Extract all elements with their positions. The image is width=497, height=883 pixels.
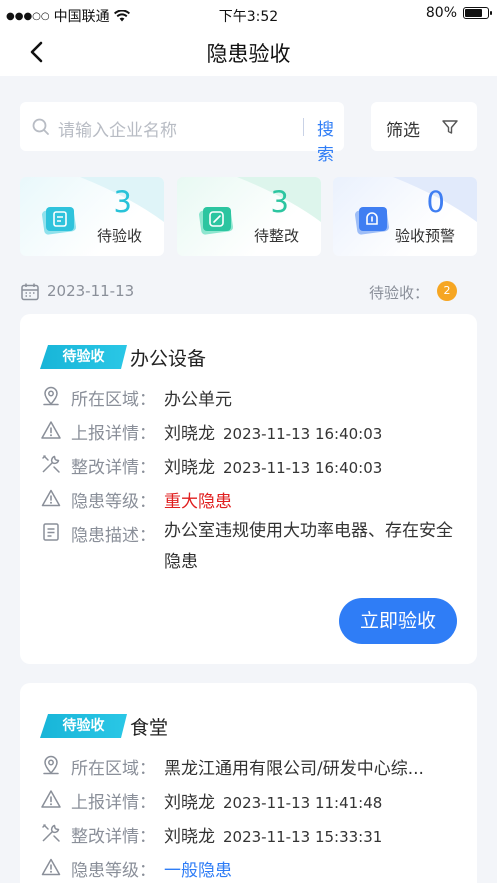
level-label: 隐患等级： bbox=[71, 492, 156, 512]
filter-label: 筛选 bbox=[386, 121, 420, 141]
warning-triangle-icon bbox=[41, 421, 61, 439]
level-label: 隐患等级： bbox=[71, 861, 156, 881]
battery-fill bbox=[465, 9, 482, 17]
edit-icon bbox=[199, 207, 233, 235]
pending-label: 待验收： bbox=[368, 284, 429, 302]
rectify-user: 刘晓龙 bbox=[164, 458, 215, 478]
location-icon bbox=[43, 386, 59, 406]
level-row: 隐患等级： 重大隐患 bbox=[40, 484, 461, 514]
rectify-time: 2023-11-13 15:33:31 bbox=[223, 828, 383, 846]
report-time: 2023-11-13 11:41:48 bbox=[223, 794, 383, 812]
battery-icon bbox=[463, 7, 492, 19]
rectify-user: 刘晓龙 bbox=[164, 827, 215, 847]
stat-value: 3 bbox=[113, 185, 132, 219]
card-title: 办公设备 bbox=[130, 348, 207, 370]
area-value: 黑龙江通用有限公司/研发中心综... bbox=[164, 759, 424, 779]
report-label: 上报详情： bbox=[71, 793, 156, 813]
card-title: 食堂 bbox=[130, 717, 169, 739]
rectify-label: 整改详情： bbox=[71, 827, 156, 847]
hazard-card[interactable]: 待验收 食堂 所在区域： 黑龙江通用有限公司/研发中心综... 上报详情： 刘晓… bbox=[20, 683, 477, 883]
date-bar: 2023-11-13 待验收： 2 bbox=[20, 278, 477, 304]
accept-now-button[interactable]: 立即验收 bbox=[339, 598, 457, 644]
level-value: 一般隐患 bbox=[164, 861, 232, 881]
area-row: 所在区域： 黑龙江通用有限公司/研发中心综... bbox=[40, 751, 461, 781]
report-time: 2023-11-13 16:40:03 bbox=[223, 425, 383, 443]
location-icon bbox=[43, 755, 59, 775]
filter-button[interactable]: 筛选 bbox=[371, 102, 477, 151]
rectify-value: 刘晓龙 2023-11-13 16:40:03 bbox=[164, 453, 382, 478]
stat-card-pending-acceptance[interactable]: 3 待验收 bbox=[20, 177, 164, 256]
alert-icon bbox=[41, 858, 61, 876]
report-user: 刘晓龙 bbox=[164, 424, 215, 444]
area-row: 所在区域： 办公单元 bbox=[40, 382, 461, 412]
area-value: 办公单元 bbox=[164, 390, 232, 410]
rectify-time: 2023-11-13 16:40:03 bbox=[223, 459, 383, 477]
stat-value: 3 bbox=[270, 185, 289, 219]
wrench-icon bbox=[42, 824, 60, 842]
calendar-icon bbox=[21, 283, 39, 301]
page-title: 隐患验收 bbox=[206, 42, 291, 66]
search-divider bbox=[303, 118, 304, 136]
search-box[interactable]: 请输入企业名称 搜索 bbox=[20, 102, 344, 165]
nav-bar: 隐患验收 bbox=[0, 28, 497, 76]
area-label: 所在区域： bbox=[71, 759, 156, 779]
funnel-icon bbox=[442, 120, 458, 134]
stat-label: 待验收 bbox=[96, 227, 142, 245]
stat-value: 0 bbox=[426, 185, 445, 219]
rectify-label: 整改详情： bbox=[71, 458, 156, 478]
status-time: 下午3:52 bbox=[218, 9, 279, 25]
desc-row: 隐患描述： 办公室违规使用大功率电器、存在安全隐患 bbox=[40, 518, 461, 582]
status-bar: ●●●○○ 中国联通 下午3:52 80% bbox=[0, 0, 497, 28]
stat-card-acceptance-warning[interactable]: 0 验收预警 bbox=[333, 177, 477, 256]
area-label: 所在区域： bbox=[71, 390, 156, 410]
report-user: 刘晓龙 bbox=[164, 793, 215, 813]
hazard-card[interactable]: 待验收 办公设备 所在区域： 办公单元 上报详情： 刘晓龙 2023-11-13 … bbox=[20, 314, 477, 664]
report-row: 上报详情： 刘晓龙 2023-11-13 11:41:48 bbox=[40, 785, 461, 815]
desc-value: 办公室违规使用大功率电器、存在安全隐患 bbox=[164, 521, 453, 572]
status-tag: 待验收 bbox=[40, 714, 127, 738]
stat-card-pending-rectification[interactable]: 3 待整改 bbox=[177, 177, 321, 256]
rectify-row: 整改详情： 刘晓龙 2023-11-13 16:40:03 bbox=[40, 450, 461, 480]
report-value: 刘晓龙 2023-11-13 11:41:48 bbox=[164, 788, 382, 813]
alert-folder-icon bbox=[355, 207, 389, 235]
stat-label: 待整改 bbox=[253, 227, 299, 245]
report-row: 上报详情： 刘晓龙 2023-11-13 16:40:03 bbox=[40, 416, 461, 446]
status-tag: 待验收 bbox=[40, 345, 127, 369]
report-label: 上报详情： bbox=[71, 424, 156, 444]
report-value: 刘晓龙 2023-11-13 16:40:03 bbox=[164, 419, 382, 444]
level-row: 隐患等级： 一般隐患 bbox=[40, 853, 461, 883]
rectify-row: 整改详情： 刘晓龙 2023-11-13 15:33:31 bbox=[40, 819, 461, 849]
search-button[interactable]: 搜索 bbox=[317, 115, 344, 165]
level-value: 重大隐患 bbox=[164, 492, 232, 512]
pending-count-badge: 2 bbox=[437, 281, 457, 301]
stat-label: 验收预警 bbox=[394, 227, 455, 245]
status-right: 80% bbox=[425, 5, 492, 21]
search-icon bbox=[32, 118, 49, 135]
wrench-icon bbox=[42, 455, 60, 473]
desc-label: 隐患描述： bbox=[71, 526, 156, 546]
alert-icon bbox=[41, 489, 61, 507]
warning-triangle-icon bbox=[41, 790, 61, 808]
description-icon bbox=[43, 523, 59, 541]
document-icon bbox=[42, 207, 76, 235]
battery-percent: 80% bbox=[425, 5, 457, 21]
date-text: 2023-11-13 bbox=[47, 282, 135, 300]
rectify-value: 刘晓龙 2023-11-13 15:33:31 bbox=[164, 822, 382, 847]
search-input[interactable]: 请输入企业名称 bbox=[58, 116, 177, 141]
